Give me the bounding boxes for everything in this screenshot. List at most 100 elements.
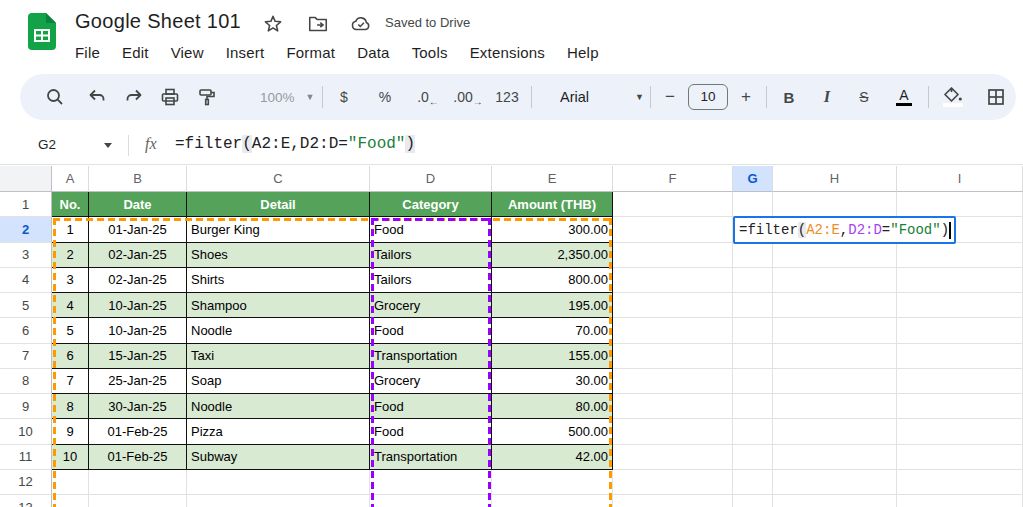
table-cell[interactable]: 800.00 [492, 268, 613, 293]
grid-cell[interactable] [733, 419, 773, 444]
grid-cell[interactable] [773, 445, 897, 470]
table-cell[interactable]: 70.00 [492, 318, 613, 343]
star-icon[interactable] [262, 13, 284, 35]
table-cell[interactable]: 10 [52, 445, 89, 470]
font-family-selector[interactable]: Arial ▼ [558, 74, 646, 120]
grid-cell[interactable] [733, 445, 773, 470]
print-icon[interactable] [157, 74, 183, 120]
table-cell[interactable]: 02-Jan-25 [89, 268, 187, 293]
grid-cell[interactable] [187, 495, 370, 507]
table-cell[interactable]: Transportation [370, 445, 492, 470]
row-header-7[interactable]: 7 [0, 344, 52, 369]
grid-cell[interactable] [897, 344, 1023, 369]
formula-input[interactable]: =filter(A2:E,D2:D="Food") [175, 135, 415, 153]
table-cell[interactable]: Subway [187, 445, 370, 470]
table-cell[interactable]: Grocery [370, 293, 492, 318]
table-cell[interactable]: 6 [52, 344, 89, 369]
row-header-8[interactable]: 8 [0, 369, 52, 394]
menu-data[interactable]: Data [346, 41, 401, 64]
grid-cell[interactable] [733, 318, 773, 343]
table-cell[interactable]: Food [370, 318, 492, 343]
table-cell[interactable]: Shoes [187, 243, 370, 268]
grid-cell[interactable] [613, 419, 733, 444]
grid-cell[interactable] [897, 243, 1023, 268]
document-title[interactable]: Google Sheet 101 [75, 10, 241, 33]
select-all-corner[interactable] [0, 166, 52, 192]
table-cell[interactable]: 2,350.00 [492, 243, 613, 268]
grid-cell[interactable] [773, 495, 897, 507]
grid-cell[interactable] [773, 369, 897, 394]
move-to-folder-icon[interactable] [307, 13, 329, 35]
grid-cell[interactable] [613, 369, 733, 394]
grid-cell[interactable] [733, 243, 773, 268]
table-header-cell[interactable]: Category [370, 192, 492, 217]
spreadsheet-grid[interactable]: No.DateDetailCategoryAmount (THB)101-Jan… [0, 166, 1023, 507]
grid-cell[interactable] [187, 470, 370, 495]
table-cell[interactable]: 42.00 [492, 445, 613, 470]
table-cell[interactable]: Noodle [187, 394, 370, 419]
name-box-dropdown-icon[interactable] [104, 143, 112, 148]
table-header-cell[interactable]: No. [52, 192, 89, 217]
grid-cell[interactable] [613, 192, 733, 217]
grid-cell[interactable] [370, 495, 492, 507]
row-header-6[interactable]: 6 [0, 318, 52, 343]
column-header-E[interactable]: E [492, 166, 613, 192]
table-cell[interactable]: 155.00 [492, 344, 613, 369]
row-header-4[interactable]: 4 [0, 268, 52, 293]
table-cell[interactable]: 500.00 [492, 419, 613, 444]
grid-cell[interactable] [773, 394, 897, 419]
format-currency-button[interactable]: $ [331, 74, 357, 120]
grid-cell[interactable] [897, 394, 1023, 419]
table-cell[interactable]: 10-Jan-25 [89, 293, 187, 318]
table-cell[interactable]: 25-Jan-25 [89, 369, 187, 394]
grid-cell[interactable] [89, 495, 187, 507]
grid-cell[interactable] [897, 369, 1023, 394]
column-header-C[interactable]: C [187, 166, 370, 192]
column-header-G[interactable]: G [733, 166, 773, 192]
grid-cell[interactable] [773, 268, 897, 293]
grid-cell[interactable] [613, 268, 733, 293]
grid-cell[interactable] [492, 495, 613, 507]
table-cell[interactable]: Shampoo [187, 293, 370, 318]
column-header-I[interactable]: I [897, 166, 1023, 192]
increase-decimal-button[interactable]: .00→ [453, 74, 483, 120]
grid-cell[interactable] [897, 293, 1023, 318]
grid-cell[interactable] [613, 217, 733, 242]
grid-cell[interactable] [773, 293, 897, 318]
format-percent-button[interactable]: % [372, 74, 398, 120]
grid-cell[interactable] [733, 192, 773, 217]
grid-cell[interactable] [897, 268, 1023, 293]
menu-extensions[interactable]: Extensions [459, 41, 556, 64]
decrease-decimal-button[interactable]: .0← [415, 74, 441, 120]
grid-cell[interactable] [613, 394, 733, 419]
active-cell-editor[interactable]: =filter(A2:E,D2:D="Food") [733, 216, 956, 244]
grid-cell[interactable] [52, 495, 89, 507]
row-header-10[interactable]: 10 [0, 419, 52, 444]
table-cell[interactable]: 9 [52, 419, 89, 444]
table-cell[interactable]: Soap [187, 369, 370, 394]
grid-cell[interactable] [733, 369, 773, 394]
row-header-5[interactable]: 5 [0, 293, 52, 318]
table-header-cell[interactable]: Date [89, 192, 187, 217]
redo-icon[interactable] [121, 74, 147, 120]
menu-view[interactable]: View [160, 41, 215, 64]
table-cell[interactable]: Taxi [187, 344, 370, 369]
grid-cell[interactable] [370, 470, 492, 495]
grid-cell[interactable] [897, 318, 1023, 343]
table-cell[interactable]: Tailors [370, 243, 492, 268]
grid-cell[interactable] [897, 495, 1023, 507]
row-header-13[interactable]: 13 [0, 495, 52, 507]
row-header-3[interactable]: 3 [0, 243, 52, 268]
menu-tools[interactable]: Tools [401, 41, 459, 64]
grid-cell[interactable] [89, 470, 187, 495]
bold-button[interactable]: B [776, 74, 802, 120]
grid-cell[interactable] [773, 243, 897, 268]
saved-status[interactable]: Saved to Drive [385, 15, 470, 30]
column-header-B[interactable]: B [89, 166, 187, 192]
grid-cell[interactable] [733, 268, 773, 293]
table-cell[interactable]: 8 [52, 394, 89, 419]
grid-cell[interactable] [613, 293, 733, 318]
table-cell[interactable]: 02-Jan-25 [89, 243, 187, 268]
grid-cell[interactable] [52, 470, 89, 495]
grid-cell[interactable] [773, 192, 897, 217]
